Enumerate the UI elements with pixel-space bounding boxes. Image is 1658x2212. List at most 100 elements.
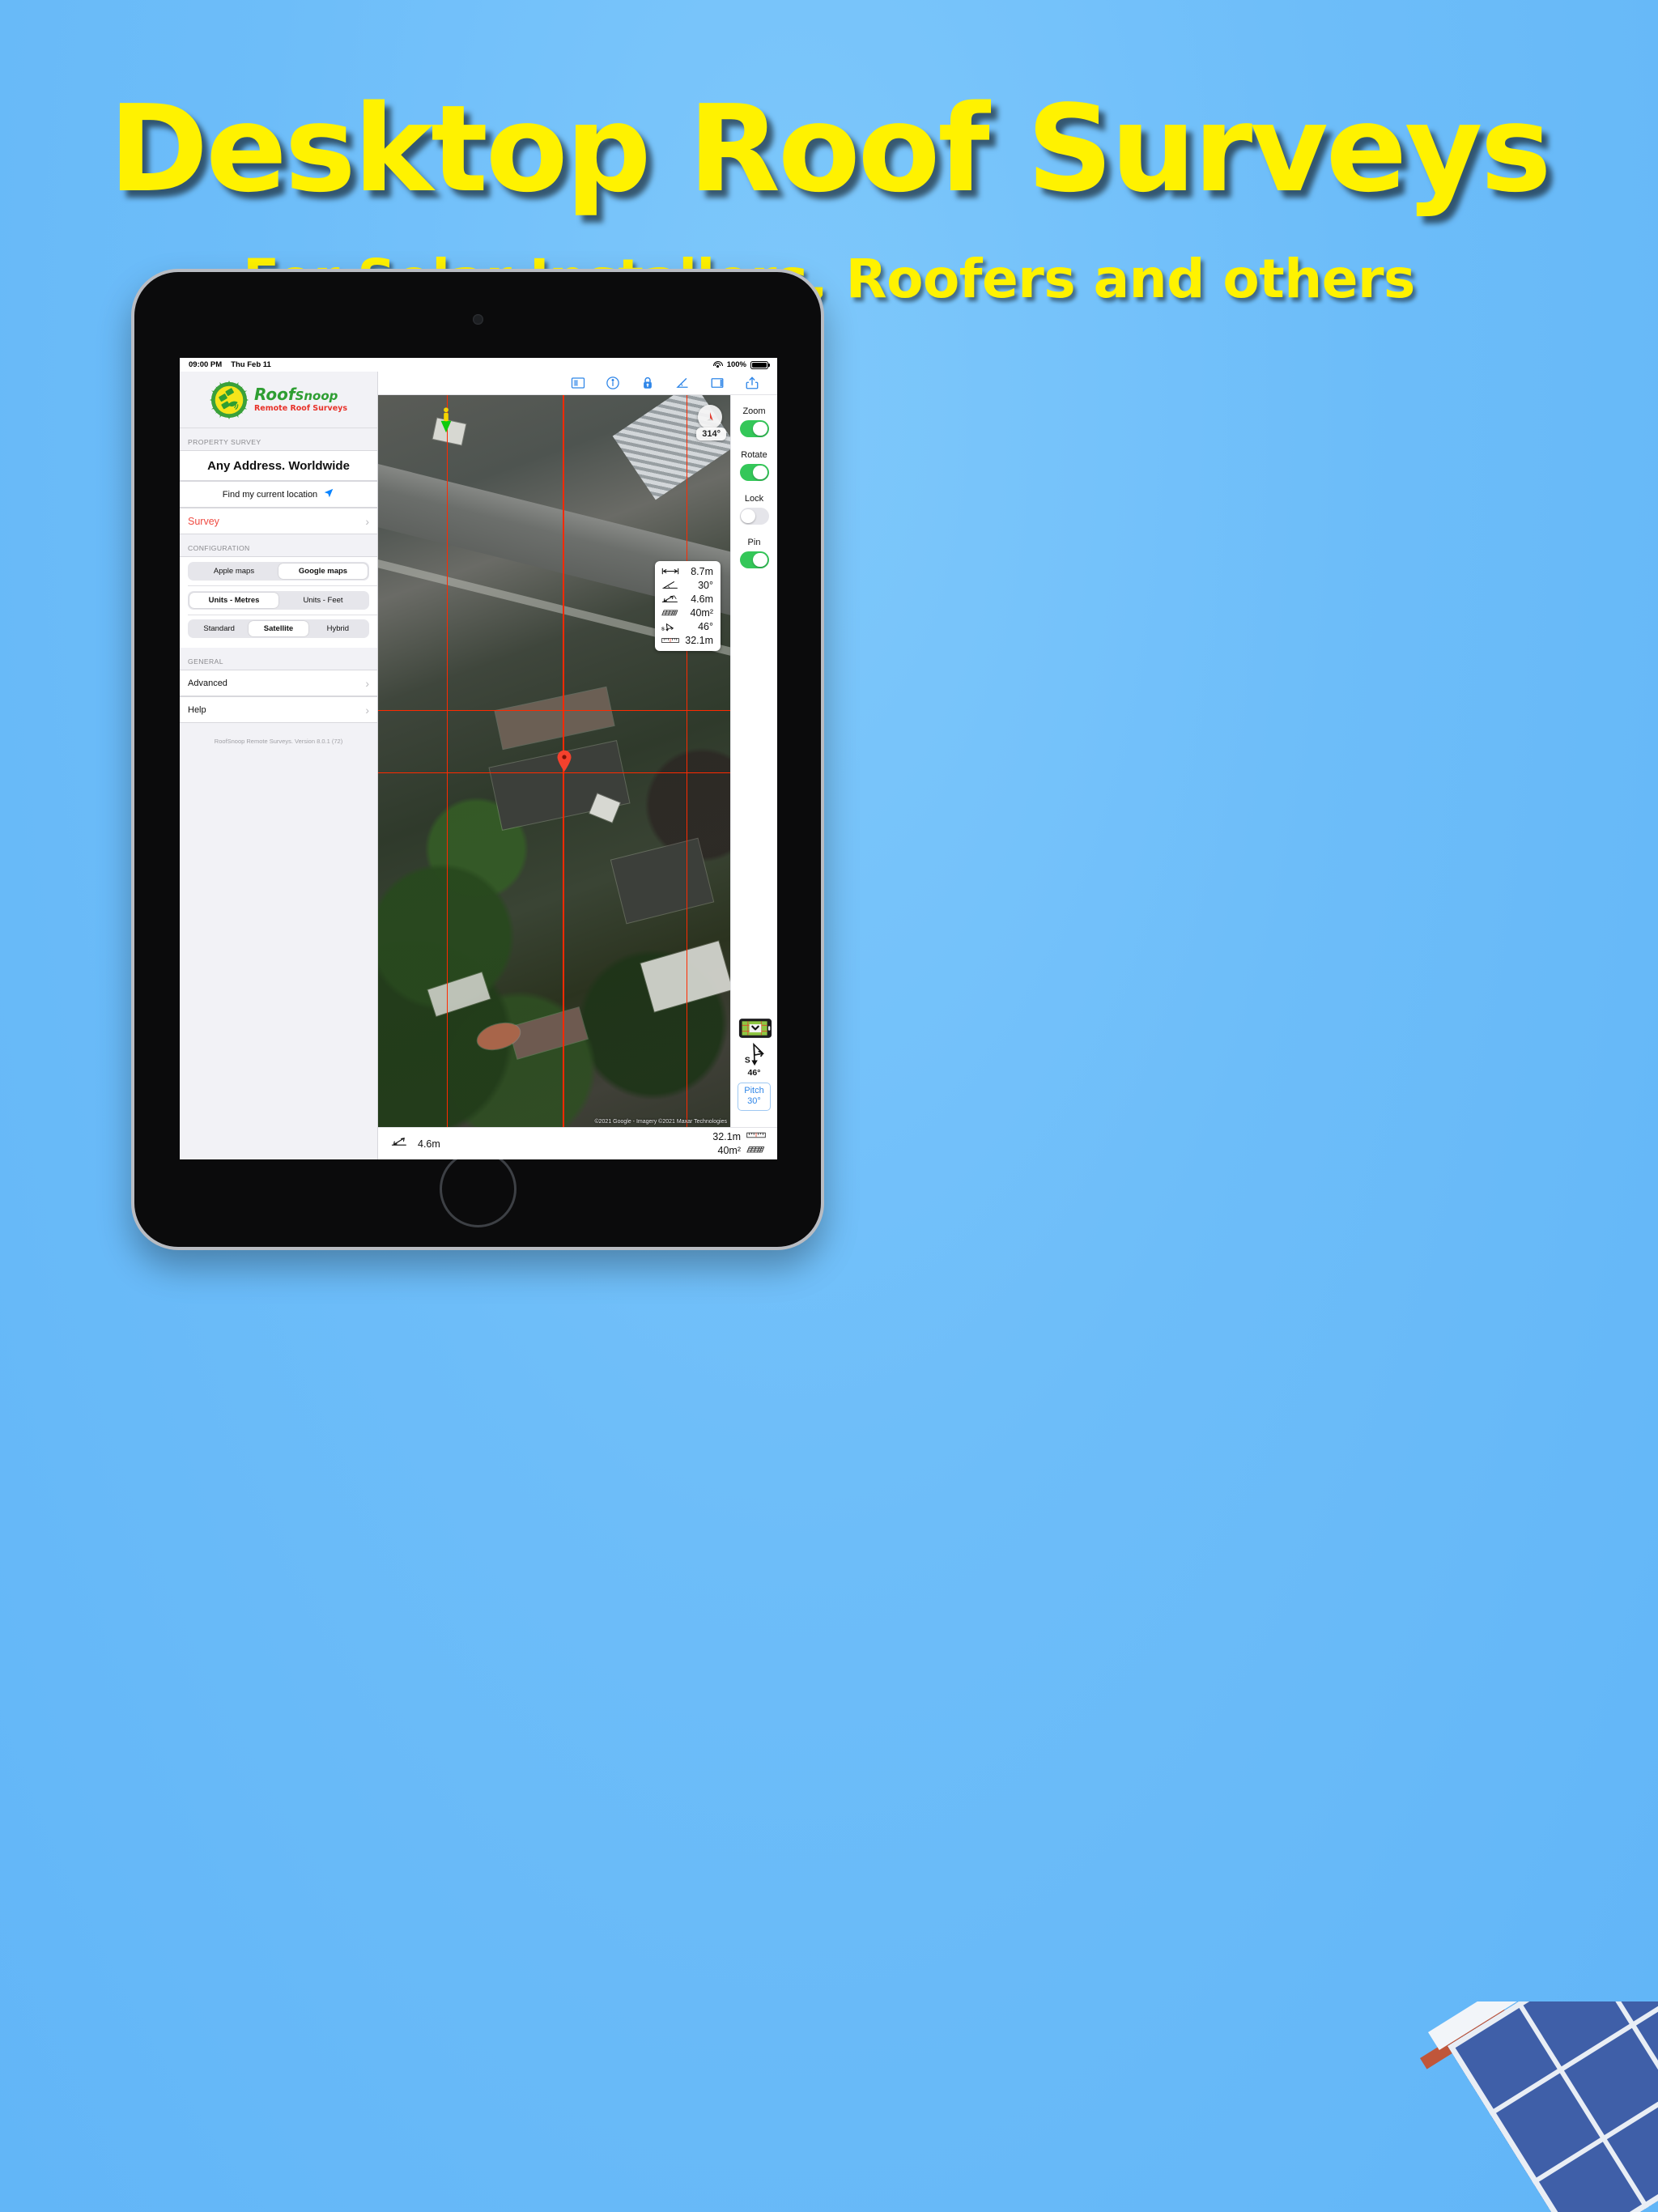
report-icon[interactable] [571, 376, 585, 390]
measurement-row: S 46° [661, 620, 713, 632]
svg-text:S: S [661, 627, 665, 632]
satellite-map-view[interactable]: 314° 8.7m 30° 4.6m 40m² S 46° 32.1m ©202… [378, 395, 730, 1127]
sidebar-item-label: Help [188, 704, 206, 715]
toggle-zoom[interactable] [739, 420, 769, 437]
grid-line-horizontal [378, 772, 730, 774]
home-button[interactable] [440, 1151, 517, 1227]
map-building [640, 941, 730, 1012]
segmented-units[interactable]: Units - Metres Units - Feet [188, 590, 369, 610]
logo-wordmark: RoofSnoop [253, 385, 338, 404]
compass-needle-icon[interactable] [698, 405, 722, 429]
angle-icon[interactable] [675, 376, 690, 390]
segment-standard[interactable]: Standard [189, 621, 249, 636]
sidebar-item-survey[interactable]: Survey › [180, 508, 377, 534]
map-building [610, 839, 713, 924]
app-root: RoofSnoop Remote Roof Surveys PROPERTY S… [180, 372, 777, 1159]
bottom-right-value: 32.1m [712, 1130, 741, 1142]
bearing-south-icon: S [661, 621, 679, 632]
measurement-row: 40m² [661, 606, 713, 619]
svg-text:S: S [744, 1056, 750, 1065]
ipad-device-frame: 09:00 PM Thu Feb 11 100% RoofSnoop Remot… [131, 269, 824, 1250]
map-toolbar [378, 372, 777, 395]
measurement-row: 4.6m [661, 593, 713, 605]
info-icon[interactable] [606, 376, 620, 390]
sidebar-item-label: Advanced [188, 678, 227, 688]
chevron-right-icon: › [365, 703, 369, 717]
battery-percent: 100% [726, 360, 746, 369]
sun-solar-logo-icon [209, 380, 249, 419]
map-building [427, 972, 491, 1017]
street-view-pegman-icon[interactable] [440, 406, 453, 434]
bearing-value: 46° [747, 1067, 761, 1078]
panel-area-icon [661, 607, 679, 618]
grid-line-vertical [686, 395, 688, 1127]
bottom-right-row: 40m² [718, 1144, 766, 1157]
share-icon[interactable] [745, 376, 759, 390]
lock-icon[interactable] [640, 376, 655, 390]
segment-hybrid[interactable]: Hybrid [308, 621, 368, 636]
bottom-right-value: 40m² [717, 1145, 741, 1156]
measurement-row: 30° [661, 579, 713, 591]
bearing-badge: 314° [696, 428, 726, 440]
panel-icon[interactable] [710, 376, 725, 390]
bearing-south-icon: S [744, 1042, 765, 1066]
front-camera-icon [473, 314, 483, 325]
bottom-left-value: 4.6m [418, 1138, 440, 1150]
device-tilt-icon[interactable] [738, 1018, 772, 1038]
toggle-rotate[interactable] [739, 464, 769, 481]
toggle-label-rotate: Rotate [741, 450, 767, 460]
measurement-value: 46° [698, 620, 713, 632]
slope-length-icon [391, 1135, 410, 1152]
wifi-icon [712, 360, 723, 369]
sidebar-item-help[interactable]: Help › [180, 696, 377, 723]
sidebar-item-label: Survey [188, 515, 219, 527]
sidebar-filler [180, 745, 377, 1159]
segment-units-metres[interactable]: Units - Metres [189, 592, 278, 608]
app-logo: RoofSnoop Remote Roof Surveys [180, 372, 377, 428]
sidebar-item-advanced[interactable]: Advanced › [180, 670, 377, 696]
measurement-row: 32.1m [661, 634, 713, 646]
map-attribution: ©2021 Google - Imagery ©2021 Maxar Techn… [594, 1119, 727, 1125]
segment-units-feet[interactable]: Units - Feet [278, 593, 368, 608]
sidebar-item-any-address[interactable]: Any Address. Worldwide [180, 450, 377, 481]
sidebar-item-label: Any Address. Worldwide [207, 458, 350, 473]
measurement-panel: 8.7m 30° 4.6m 40m² S 46° 32.1m [655, 561, 721, 651]
sidebar: RoofSnoop Remote Roof Surveys PROPERTY S… [180, 372, 378, 1159]
angle-icon [661, 580, 679, 590]
map-building [495, 687, 614, 750]
segmented-map-provider[interactable]: Apple maps Google maps [188, 562, 369, 581]
measurement-value: 8.7m [691, 565, 713, 577]
logo-tagline: Remote Roof Surveys [253, 404, 348, 413]
toggle-pin[interactable] [739, 551, 769, 568]
sidebar-item-find-location[interactable]: Find my current location [180, 481, 377, 508]
measurement-value: 40m² [690, 606, 713, 619]
bottom-right-row: 32.1m [712, 1130, 766, 1142]
status-time: 09:00 PM [189, 360, 223, 369]
section-header-general: GENERAL [180, 648, 377, 670]
map-pin-marker[interactable] [556, 750, 572, 772]
map-pane: 314° 8.7m 30° 4.6m 40m² S 46° 32.1m ©202… [378, 372, 777, 1159]
segment-google-maps[interactable]: Google maps [278, 564, 368, 579]
measurement-value: 32.1m [685, 634, 713, 646]
solar-panel-decoration [1415, 2001, 1658, 2212]
pitch-button[interactable]: Pitch 30° [738, 1082, 771, 1111]
slope-length-icon [661, 593, 679, 604]
ruler-icon [746, 1130, 766, 1142]
map-building [508, 1007, 589, 1060]
chevron-right-icon: › [365, 676, 369, 690]
toggle-lock[interactable] [739, 508, 769, 525]
map-controls-panel: Zoom Rotate Lock Pin S 46° Pitch 30° [730, 395, 777, 1127]
pitch-button-title: Pitch [744, 1085, 764, 1095]
segmented-map-type[interactable]: Standard Satellite Hybrid [188, 619, 369, 638]
ios-status-bar: 09:00 PM Thu Feb 11 100% [180, 358, 777, 372]
grid-line-horizontal [378, 709, 730, 712]
pitch-button-value: 30° [747, 1096, 761, 1107]
segment-apple-maps[interactable]: Apple maps [189, 564, 278, 579]
map-status-bar: 4.6m 32.1m 40m² [378, 1127, 777, 1159]
page-title: Desktop Roof Surveys [108, 79, 1551, 219]
measurement-value: 4.6m [691, 593, 713, 605]
toggle-label-zoom: Zoom [742, 406, 766, 416]
toggle-label-pin: Pin [747, 538, 761, 547]
segment-satellite[interactable]: Satellite [249, 621, 308, 636]
panel-area-icon [746, 1144, 766, 1157]
